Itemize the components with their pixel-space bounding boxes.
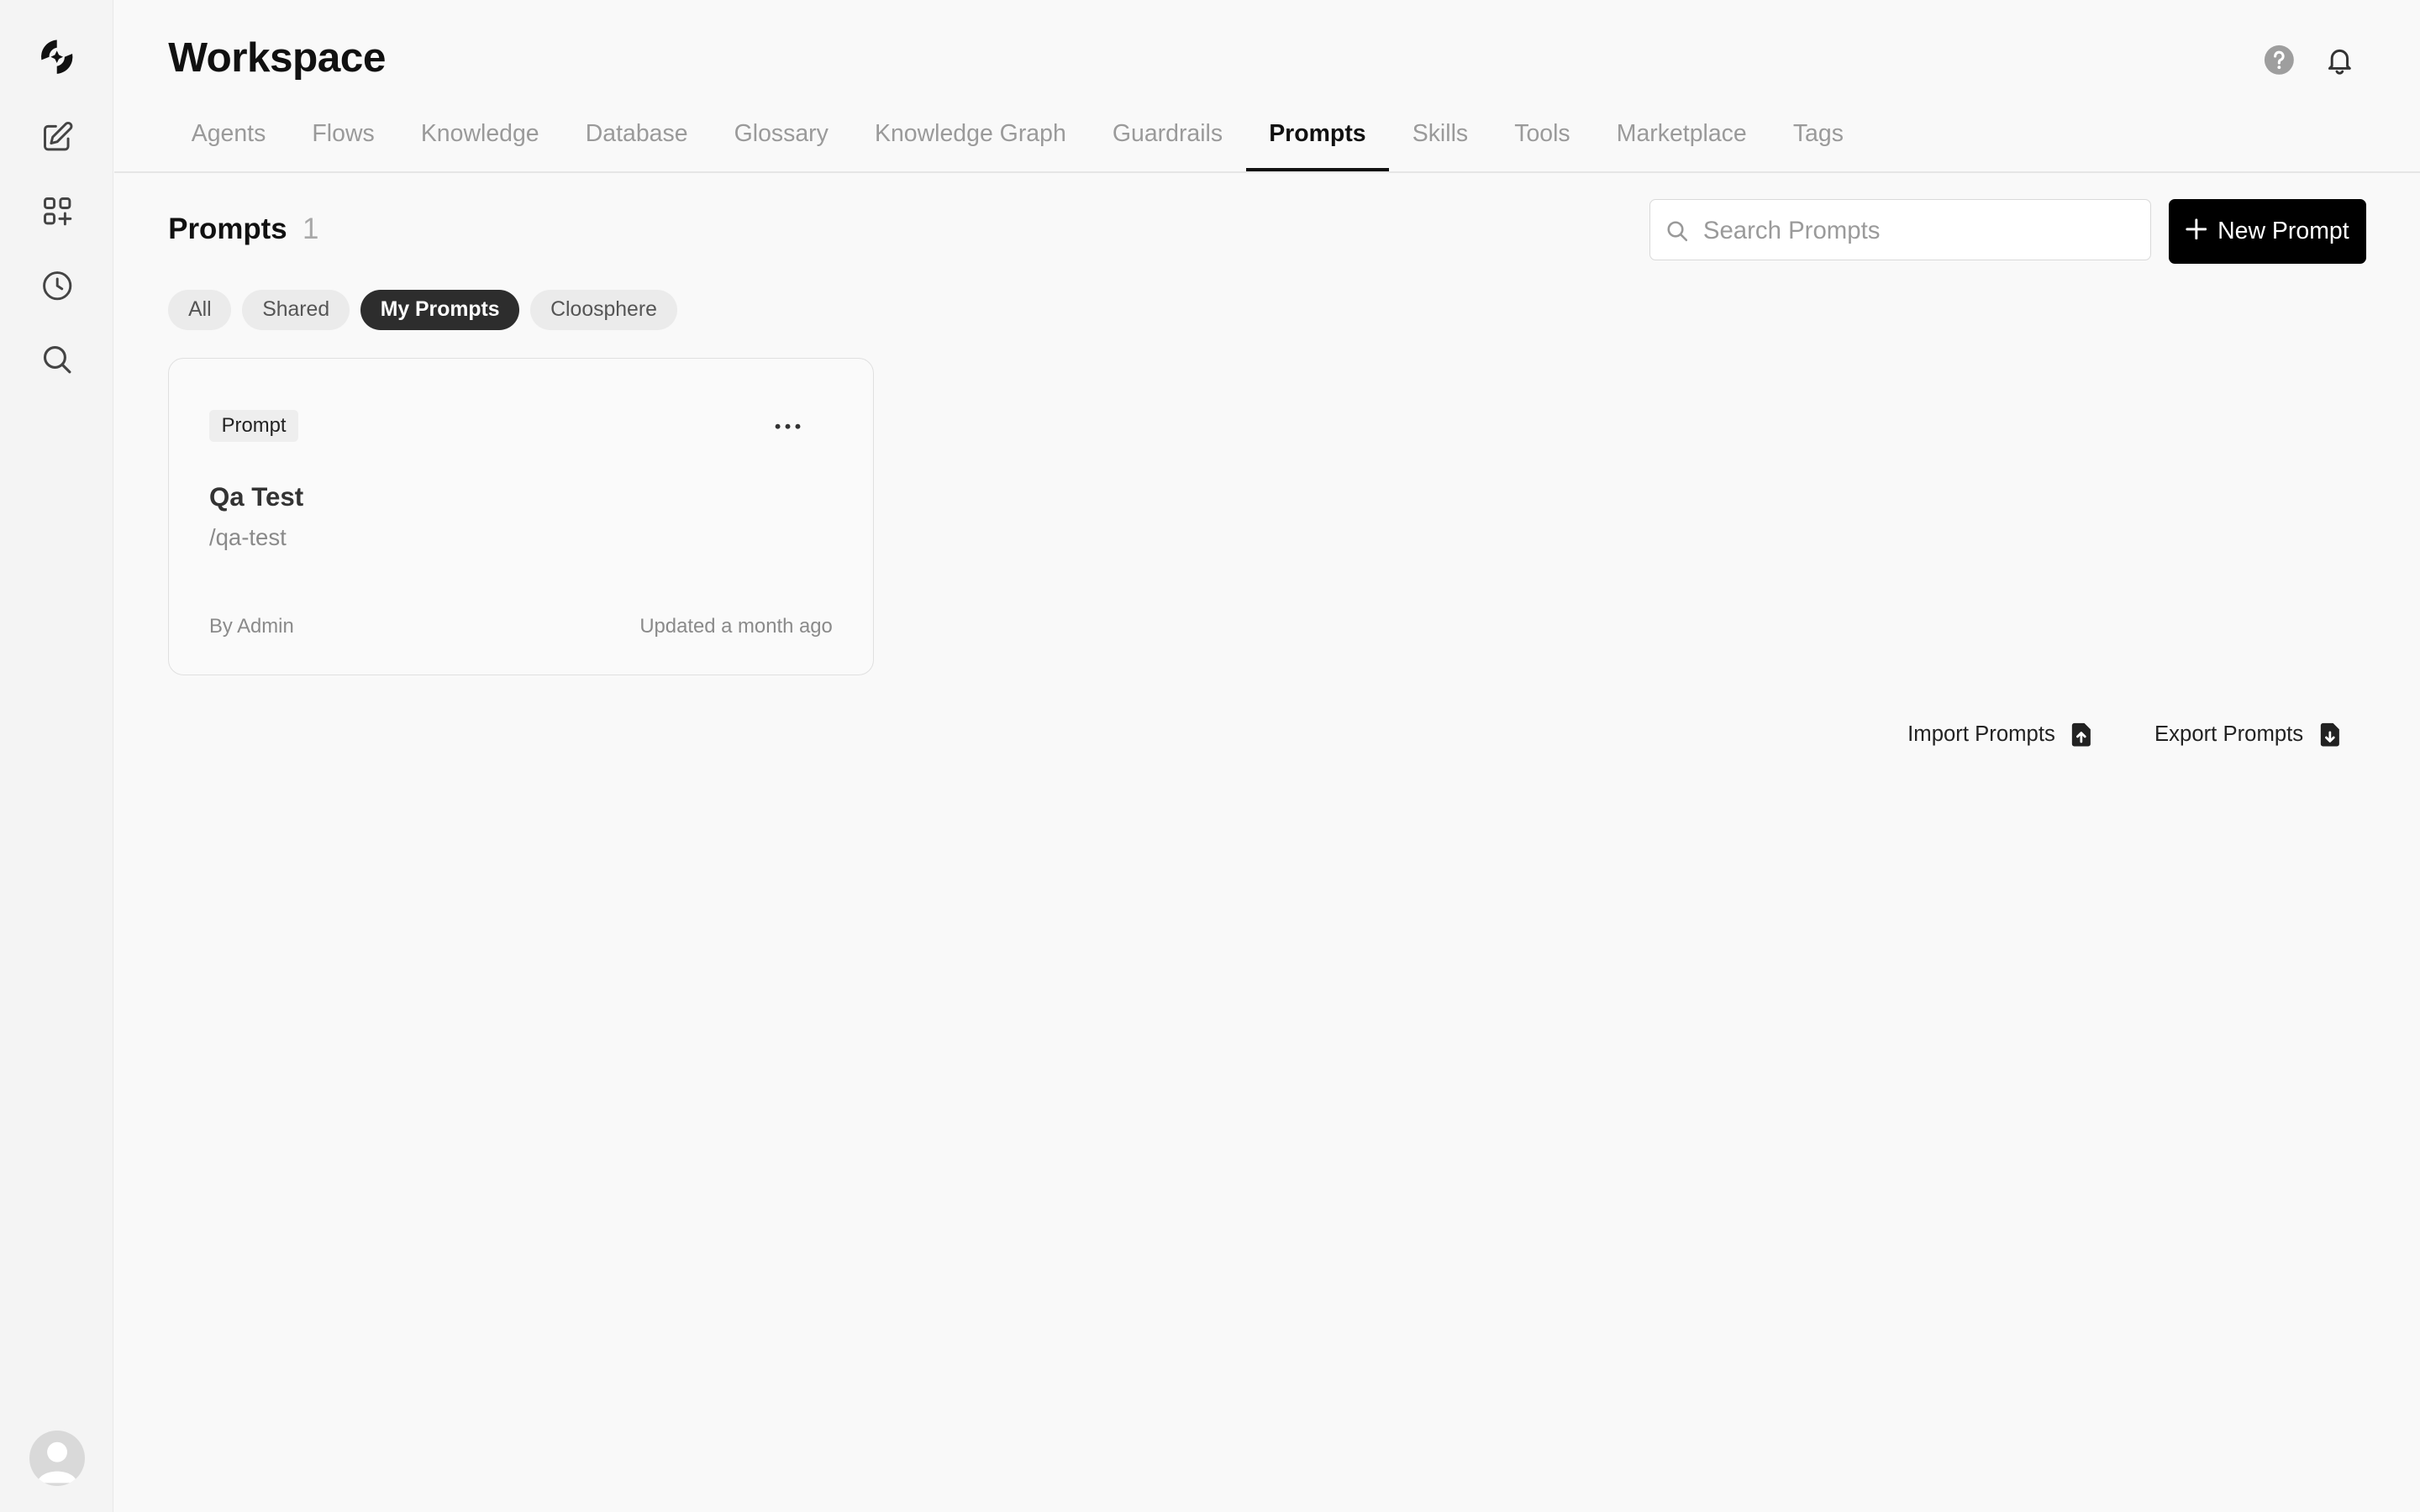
new-prompt-button[interactable]: New Prompt (2168, 198, 2366, 265)
plus-icon (2185, 214, 2207, 245)
filter-shared[interactable]: Shared (242, 290, 350, 331)
prompt-slug: /qa-test (208, 523, 287, 550)
search-icon[interactable] (34, 336, 80, 382)
tab-marketplace[interactable]: Marketplace (1593, 105, 1770, 171)
left-rail (0, 0, 114, 1512)
filter-my-prompts[interactable]: My Prompts (360, 290, 520, 331)
apps-icon[interactable] (34, 188, 80, 234)
prompt-type-badge: Prompt (208, 409, 299, 443)
tab-knowledge-graph[interactable]: Knowledge Graph (851, 105, 1089, 171)
tab-agents[interactable]: Agents (168, 105, 289, 171)
tab-knowledge[interactable]: Knowledge (397, 105, 562, 171)
search-box[interactable] (1649, 198, 2152, 262)
tab-tags[interactable]: Tags (1770, 105, 1866, 171)
bell-icon[interactable] (2321, 42, 2358, 79)
more-options-icon[interactable] (768, 408, 808, 445)
page-title: Workspace (168, 33, 386, 81)
tab-tools[interactable]: Tools (1491, 105, 1594, 171)
tab-guardrails[interactable]: Guardrails (1089, 105, 1245, 171)
help-icon[interactable] (2261, 42, 2298, 79)
file-upload-icon (2072, 722, 2091, 747)
prompt-title: Qa Test (208, 482, 304, 512)
tab-database[interactable]: Database (562, 105, 711, 171)
edit-icon[interactable] (34, 114, 80, 160)
filter-all[interactable]: All (168, 290, 232, 331)
filter-chips: All Shared My Prompts Cloosphere (168, 290, 687, 331)
logo-icon[interactable] (34, 34, 80, 80)
new-prompt-label: New Prompt (2217, 217, 2349, 244)
prompt-author: By Admin (208, 615, 294, 638)
tab-skills[interactable]: Skills (1389, 105, 1491, 171)
search-input-icon (1666, 220, 1688, 249)
tab-glossary[interactable]: Glossary (711, 105, 851, 171)
import-prompts-button[interactable]: Import Prompts (1907, 714, 2092, 754)
export-prompts-label: Export Prompts (2154, 722, 2304, 746)
prompt-card[interactable]: Prompt Qa Test /qa-test By Admin Updated… (168, 358, 874, 676)
prompt-count: 1 (302, 213, 319, 246)
workspace-tabs: Agents Flows Knowledge Database Glossary… (168, 105, 1866, 171)
prompt-updated: Updated a month ago (639, 615, 833, 638)
file-download-icon (2320, 722, 2339, 747)
import-prompts-label: Import Prompts (1907, 722, 2055, 746)
section-title: Prompts (168, 213, 287, 246)
filter-cloosphere[interactable]: Cloosphere (530, 290, 677, 331)
tabs-divider (113, 171, 2420, 173)
export-prompts-button[interactable]: Export Prompts (2154, 714, 2340, 754)
app-root: Workspace Agents Flows Knowledge Databas… (0, 0, 2420, 1512)
tab-flows[interactable]: Flows (289, 105, 397, 171)
search-input[interactable] (1700, 199, 2146, 262)
tab-prompts[interactable]: Prompts (1245, 105, 1390, 171)
user-avatar-icon[interactable] (29, 1430, 85, 1486)
history-icon[interactable] (34, 262, 80, 308)
